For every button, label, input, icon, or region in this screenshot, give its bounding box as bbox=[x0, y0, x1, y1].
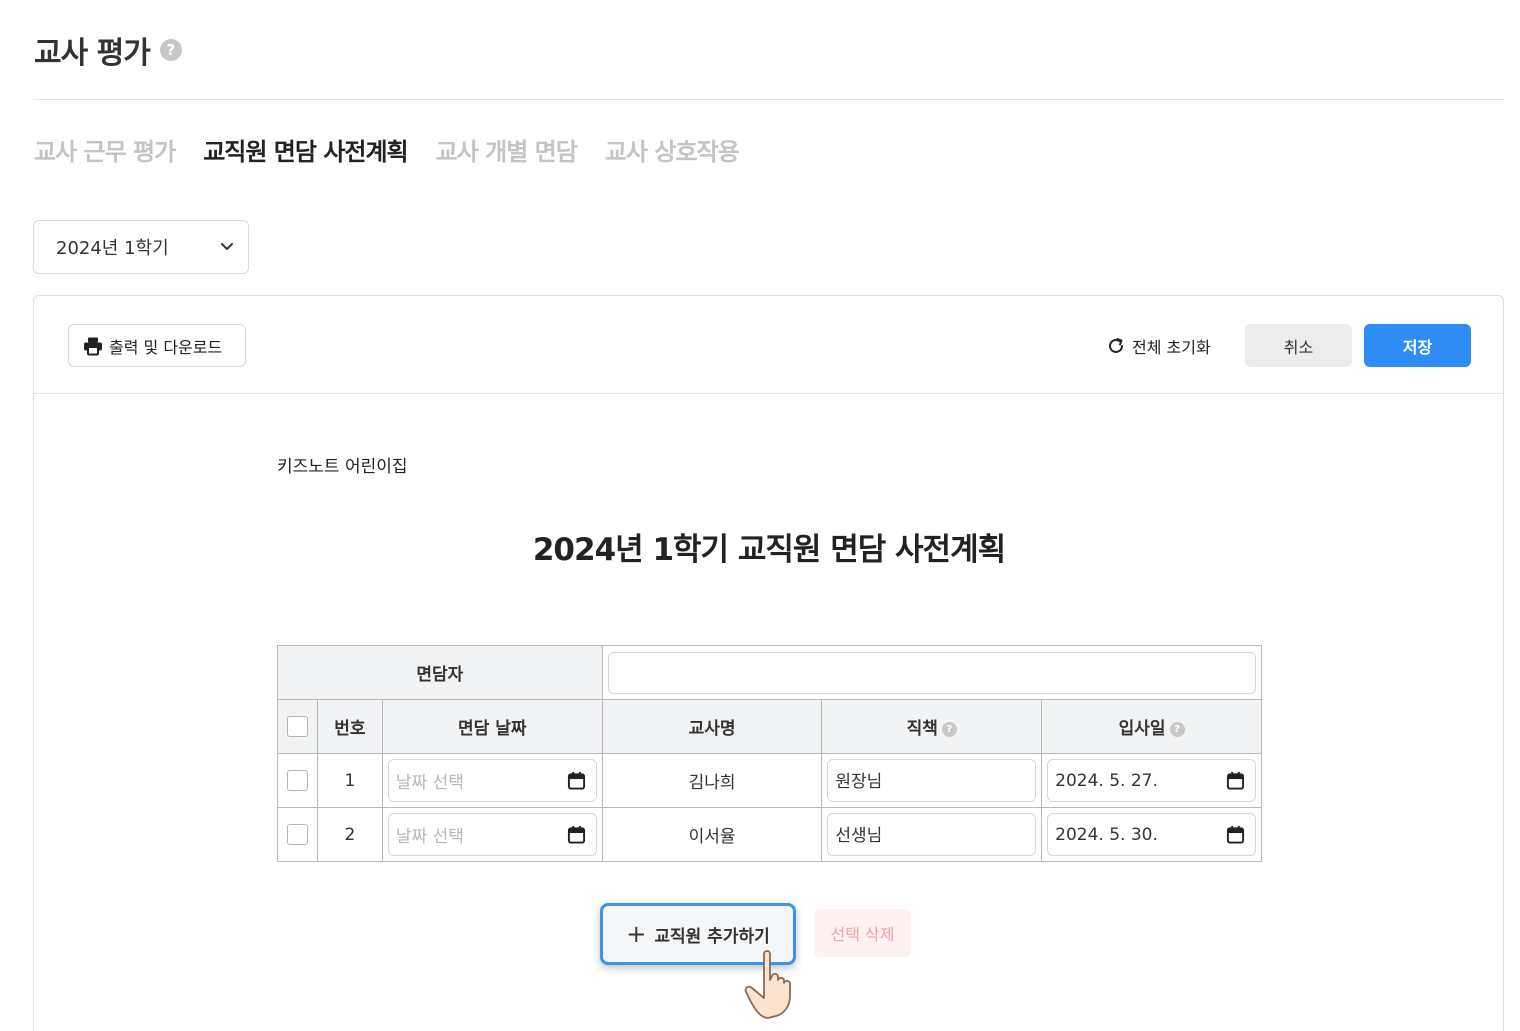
position-input[interactable]: 선생님 bbox=[827, 813, 1037, 856]
organization-name: 키즈노트 어린이집 bbox=[277, 457, 408, 477]
term-select-value: 2024년 1학기 bbox=[56, 238, 169, 259]
tab-interaction[interactable]: 교사 상호작용 bbox=[605, 132, 740, 167]
save-button[interactable]: 저장 bbox=[1364, 324, 1471, 367]
interview-date-picker[interactable]: 날짜 선택 bbox=[387, 759, 597, 802]
delete-selected-button[interactable]: 선택 삭제 bbox=[814, 909, 911, 957]
hire-date-value: 2024. 5. 27. bbox=[1055, 770, 1158, 791]
reset-all-label: 전체 초기화 bbox=[1132, 337, 1211, 357]
calendar-icon bbox=[567, 771, 585, 790]
toolbar: 출력 및 다운로드 전체 초기화 취소 저장 bbox=[34, 296, 1503, 394]
select-all-checkbox[interactable] bbox=[286, 716, 308, 737]
plus-icon: + bbox=[626, 920, 647, 948]
tab-staff-interview-plan[interactable]: 교직원 면담 사전계획 bbox=[203, 132, 408, 167]
title-divider bbox=[33, 99, 1504, 100]
help-icon[interactable]: ? bbox=[159, 39, 182, 61]
column-header-position: 직책? bbox=[821, 699, 1043, 754]
column-header-number: 번호 bbox=[316, 699, 383, 754]
plan-card: 출력 및 다운로드 전체 초기화 취소 저장 키즈노트 어린이집 2024년 1… bbox=[33, 295, 1504, 1031]
print-download-label: 출력 및 다운로드 bbox=[109, 337, 223, 357]
row-number: 2 bbox=[316, 807, 383, 862]
date-placeholder: 날짜 선택 bbox=[395, 773, 464, 793]
reset-all-button[interactable]: 전체 초기화 bbox=[1106, 324, 1211, 367]
page-header: 교사 평가 ? bbox=[34, 28, 182, 72]
teacher-name: 김나희 bbox=[601, 753, 823, 808]
position-help-icon[interactable]: ? bbox=[941, 721, 957, 737]
refresh-icon bbox=[1109, 337, 1123, 353]
date-placeholder: 날짜 선택 bbox=[395, 827, 464, 847]
interviewer-input[interactable] bbox=[607, 651, 1256, 694]
row-checkbox[interactable] bbox=[286, 824, 308, 845]
hire-date-picker[interactable]: 2024. 5. 27. bbox=[1047, 759, 1256, 802]
row-checkbox[interactable] bbox=[286, 770, 308, 791]
cancel-button[interactable]: 취소 bbox=[1245, 324, 1352, 367]
tab-individual-interview[interactable]: 교사 개별 면담 bbox=[436, 132, 578, 167]
row-number: 1 bbox=[316, 753, 383, 808]
interviewer-row: 면담자 bbox=[277, 645, 1263, 700]
print-download-button[interactable]: 출력 및 다운로드 bbox=[68, 324, 246, 367]
calendar-icon bbox=[567, 825, 585, 844]
column-header-teacher: 교사명 bbox=[601, 699, 823, 754]
calendar-icon bbox=[1226, 771, 1245, 790]
teacher-name: 이서율 bbox=[601, 807, 823, 862]
column-header-hire-date: 입사일? bbox=[1041, 699, 1262, 754]
page-title: 교사 평가 bbox=[34, 36, 151, 71]
calendar-icon bbox=[1226, 825, 1245, 844]
interviewer-label: 면담자 bbox=[277, 645, 603, 700]
table-row: 1 날짜 선택 김나희 원장님 2024. 5. 27. bbox=[277, 753, 1262, 808]
hire-date-help-icon[interactable]: ? bbox=[1169, 721, 1185, 737]
tab-work-evaluation[interactable]: 교사 근무 평가 bbox=[34, 132, 176, 167]
chevron-down-icon bbox=[221, 243, 233, 250]
column-header-date: 면담 날짜 bbox=[381, 699, 603, 754]
pointing-hand-icon bbox=[744, 950, 791, 1019]
table-row: 2 날짜 선택 이서율 선생님 2024. 5. 30. bbox=[277, 807, 1262, 862]
tab-bar: 교사 근무 평가 교직원 면담 사전계획 교사 개별 면담 교사 상호작용 bbox=[34, 132, 740, 167]
interview-date-picker[interactable]: 날짜 선택 bbox=[387, 813, 597, 856]
interview-plan-table: 면담자 번호 면담 날짜 교사명 직책? 입사일? 1 날짜 선택 김나희 원장… bbox=[277, 645, 1263, 862]
term-select[interactable]: 2024년 1학기 bbox=[33, 220, 249, 274]
table-header-row: 번호 면담 날짜 교사명 직책? 입사일? bbox=[277, 699, 1262, 754]
hire-date-value: 2024. 5. 30. bbox=[1055, 824, 1158, 845]
add-staff-label: 교직원 추가하기 bbox=[654, 926, 770, 947]
document-title: 2024년 1학기 교직원 면담 사전계획 bbox=[532, 532, 1006, 568]
printer-icon bbox=[84, 337, 102, 355]
position-input[interactable]: 원장님 bbox=[827, 759, 1037, 802]
hire-date-picker[interactable]: 2024. 5. 30. bbox=[1047, 813, 1256, 856]
